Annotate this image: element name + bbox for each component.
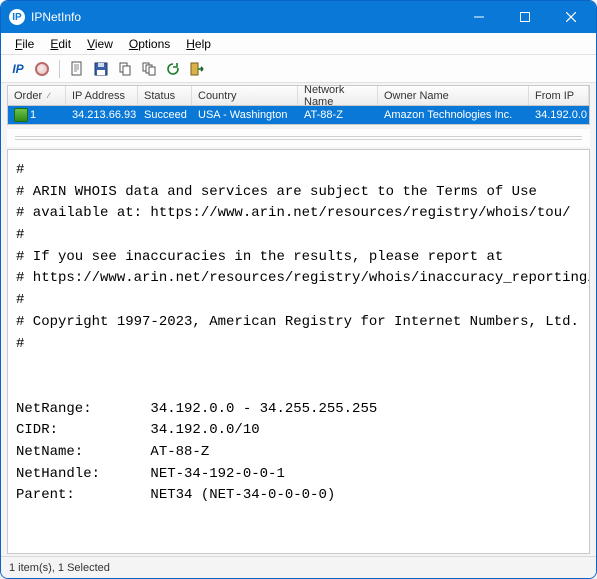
app-window: IP IPNetInfo File Edit View Options Help… [0, 0, 597, 579]
maximize-button[interactable] [502, 1, 548, 33]
save-button[interactable] [90, 58, 112, 80]
window-title: IPNetInfo [31, 10, 81, 24]
refresh-icon [165, 61, 181, 77]
copy-all-button[interactable] [138, 58, 160, 80]
close-button[interactable] [548, 1, 594, 33]
refresh-button[interactable] [162, 58, 184, 80]
exit-button[interactable] [186, 58, 208, 80]
details-pane: # # ARIN WHOIS data and services are sub… [7, 149, 590, 554]
stop-button[interactable] [31, 58, 53, 80]
document-icon [69, 61, 85, 77]
maximize-icon [520, 12, 530, 22]
menu-file[interactable]: File [7, 35, 42, 53]
ip-lookup-button[interactable]: IP [7, 58, 29, 80]
menu-edit[interactable]: Edit [42, 35, 79, 53]
row-status-icon [14, 108, 28, 122]
table-header[interactable]: Order ∕ IP Address Status Country Networ… [8, 86, 589, 106]
col-order[interactable]: Order ∕ [8, 86, 66, 105]
status-text: 1 item(s), 1 Selected [9, 562, 110, 574]
stop-icon [35, 62, 49, 76]
copy-icon [117, 61, 133, 77]
minimize-icon [474, 12, 484, 22]
statusbar: 1 item(s), 1 Selected [1, 556, 596, 578]
col-from[interactable]: From IP [529, 86, 589, 105]
titlebar: IP IPNetInfo [1, 1, 596, 33]
close-icon [566, 12, 576, 22]
table-row[interactable]: 1 34.213.66.93 Succeed USA - Washington … [8, 106, 589, 124]
menubar: File Edit View Options Help [1, 33, 596, 55]
ip-icon: IP [10, 62, 25, 76]
floppy-icon [93, 61, 109, 77]
results-table[interactable]: Order ∕ IP Address Status Country Networ… [7, 85, 590, 125]
copy-button[interactable] [114, 58, 136, 80]
toolbar: IP [1, 55, 596, 83]
app-icon: IP [9, 9, 25, 25]
col-network[interactable]: Network Name [298, 86, 378, 105]
col-owner[interactable]: Owner Name [378, 86, 529, 105]
exit-icon [189, 61, 205, 77]
col-country[interactable]: Country [192, 86, 298, 105]
menu-view[interactable]: View [79, 35, 121, 53]
menu-help[interactable]: Help [178, 35, 219, 53]
col-ip[interactable]: IP Address [66, 86, 138, 105]
col-status[interactable]: Status [138, 86, 192, 105]
whois-text[interactable]: # # ARIN WHOIS data and services are sub… [8, 150, 589, 553]
sort-indicator-icon: ∕ [48, 91, 49, 100]
copy-all-icon [141, 61, 157, 77]
properties-button[interactable] [66, 58, 88, 80]
minimize-button[interactable] [456, 1, 502, 33]
splitter-grip-icon [15, 136, 582, 140]
toolbar-separator [59, 60, 60, 78]
menu-options[interactable]: Options [121, 35, 178, 53]
pane-splitter[interactable] [7, 129, 590, 147]
